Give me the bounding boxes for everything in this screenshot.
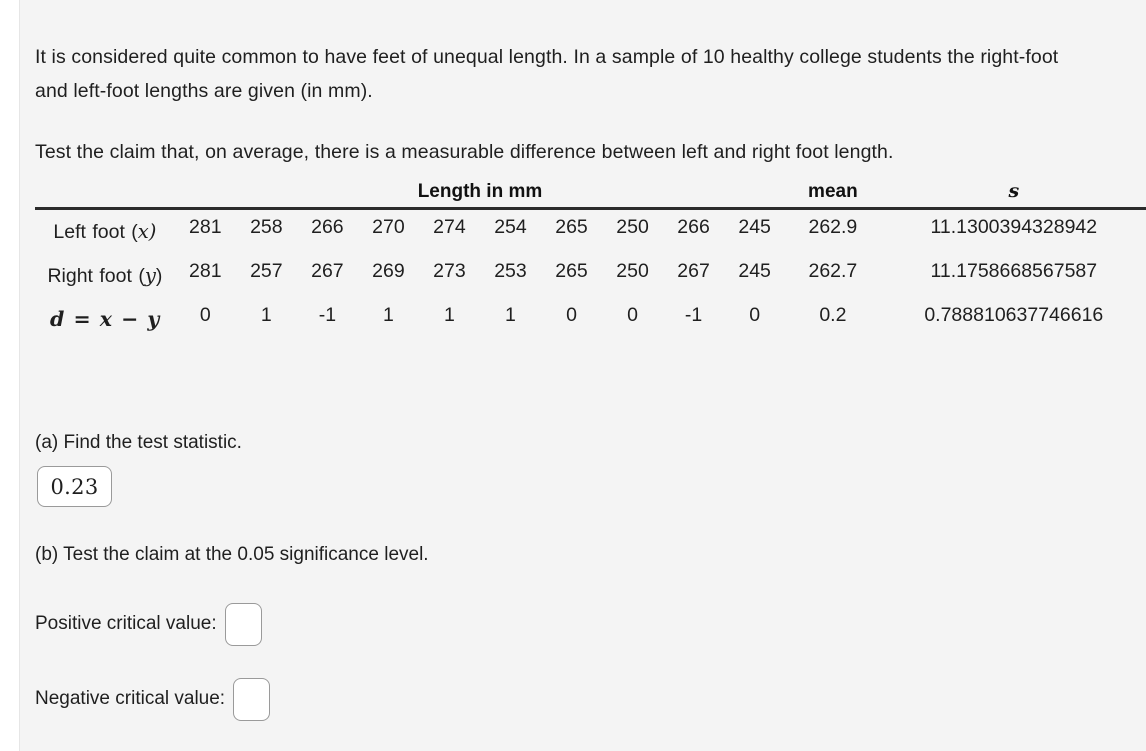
table-body: Left foot (x) 281 258 266 270 274 254 26…: [35, 209, 1146, 343]
table-row-difference: d = x − y 0 1 -1 1 1 1 0 0 -1 0 0.2 0.78…: [35, 298, 1146, 342]
data-table-wrapper: Length in mm mean s Left foot (x) 281 25…: [35, 180, 1146, 342]
table-header: Length in mm mean s: [35, 180, 1146, 209]
test-statistic-value: 0.23: [50, 474, 99, 499]
cell-value: 258: [250, 216, 283, 238]
cell-value: 267: [677, 260, 710, 282]
cell-value: 274: [433, 216, 466, 238]
foot-length-table: Length in mm mean s Left foot (x) 281 25…: [35, 180, 1146, 342]
cell-value: 281: [189, 260, 222, 282]
cell-value: 1: [444, 304, 455, 326]
cell-value: 265: [555, 260, 588, 282]
row-label-right-foot-text: Right foot: [47, 265, 132, 287]
question-a-label: (a) Find the test statistic.: [35, 432, 242, 453]
negative-critical-value-input[interactable]: [233, 677, 271, 721]
content-panel: It is considered quite common to have fe…: [19, 0, 1146, 751]
claim-paragraph: Test the claim that, on average, there i…: [35, 140, 894, 163]
cell-value: 1: [505, 304, 516, 326]
cell-mean: 0.2: [819, 304, 847, 326]
cell-mean: 262.9: [808, 216, 858, 238]
cell-value: -1: [684, 304, 703, 326]
row-label-right-foot: Right foot (y): [35, 254, 175, 298]
cell-value: 254: [494, 216, 527, 238]
cell-value: 267: [311, 260, 344, 282]
cell-value: 257: [250, 260, 283, 282]
row-label-left-foot: Left foot (x): [35, 209, 175, 255]
negative-critical-value-label: Negative critical value:: [35, 688, 226, 709]
cell-value: 0: [199, 304, 211, 326]
header-rowlabel: [35, 180, 175, 209]
row-label-left-foot-close: ): [148, 220, 157, 243]
cell-value: 266: [677, 216, 710, 238]
cell-value: 273: [433, 260, 466, 282]
cell-value: -1: [318, 304, 337, 326]
cell-value: 1: [260, 304, 272, 326]
cell-value: 270: [372, 216, 405, 238]
positive-critical-value-input[interactable]: [224, 602, 262, 646]
row-label-right-foot-close: ): [155, 265, 163, 287]
cell-value: 253: [494, 260, 527, 282]
row-label-left-foot-var: x: [137, 220, 149, 243]
page-root: It is considered quite common to have fe…: [0, 0, 1146, 751]
cell-value: 281: [189, 216, 222, 238]
cell-value: 250: [616, 260, 649, 282]
cell-s: 0.788810637746616: [924, 304, 1104, 326]
table-row-right-foot: Right foot (y) 281 257 267 269 273 253 2…: [35, 254, 1146, 298]
row-label-difference-math: d = x − y: [49, 307, 160, 331]
cell-value: 265: [555, 216, 588, 238]
cell-s: 11.1300394328942: [930, 216, 1098, 238]
cell-value: 0: [627, 304, 638, 326]
cell-value: 250: [616, 216, 649, 238]
row-label-difference: d = x − y: [35, 298, 175, 342]
cell-value: 0: [566, 304, 577, 326]
cell-value: 266: [311, 216, 344, 238]
question-b-label: (b) Test the claim at the 0.05 significa…: [35, 544, 429, 565]
row-label-left-foot-text: Left foot (: [53, 221, 138, 243]
cell-value: 269: [372, 260, 405, 282]
cell-value: 245: [738, 260, 771, 282]
negative-critical-value-row: Negative critical value:: [35, 677, 271, 721]
row-label-right-foot-var: y: [144, 264, 156, 287]
test-statistic-answer-box[interactable]: 0.23: [37, 466, 112, 507]
header-mean: mean: [808, 181, 858, 202]
cell-s: 11.1758668567587: [930, 260, 1098, 282]
cell-value: 245: [738, 216, 771, 238]
intro-paragraph: It is considered quite common to have fe…: [35, 45, 1059, 102]
header-s: s: [881, 180, 1146, 209]
table-header-row: Length in mm mean s: [35, 180, 1146, 209]
table-row-left-foot: Left foot (x) 281 258 266 270 274 254 26…: [35, 209, 1146, 255]
header-length-in-mm: Length in mm: [417, 181, 543, 202]
cell-value: 1: [382, 304, 394, 326]
positive-critical-value-label: Positive critical value:: [35, 613, 217, 634]
header-s-symbol: s: [1008, 180, 1020, 202]
positive-critical-value-row: Positive critical value:: [35, 602, 262, 646]
cell-mean: 262.7: [808, 260, 858, 282]
cell-value: 0: [749, 304, 761, 326]
